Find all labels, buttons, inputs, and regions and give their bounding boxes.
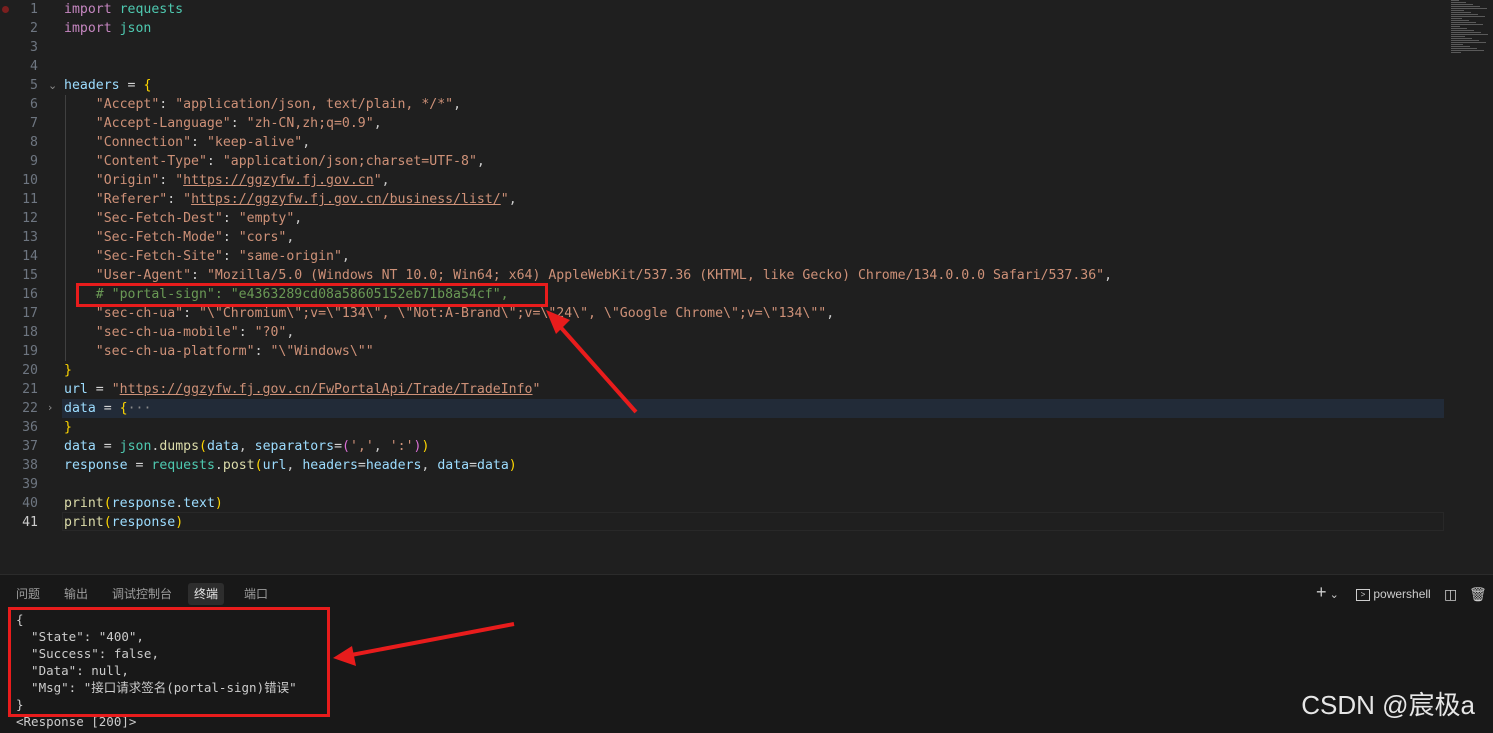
- arrow-to-response: [333, 622, 515, 666]
- arrow-to-portal-sign: [546, 310, 638, 414]
- annotation-arrows: [333, 310, 638, 666]
